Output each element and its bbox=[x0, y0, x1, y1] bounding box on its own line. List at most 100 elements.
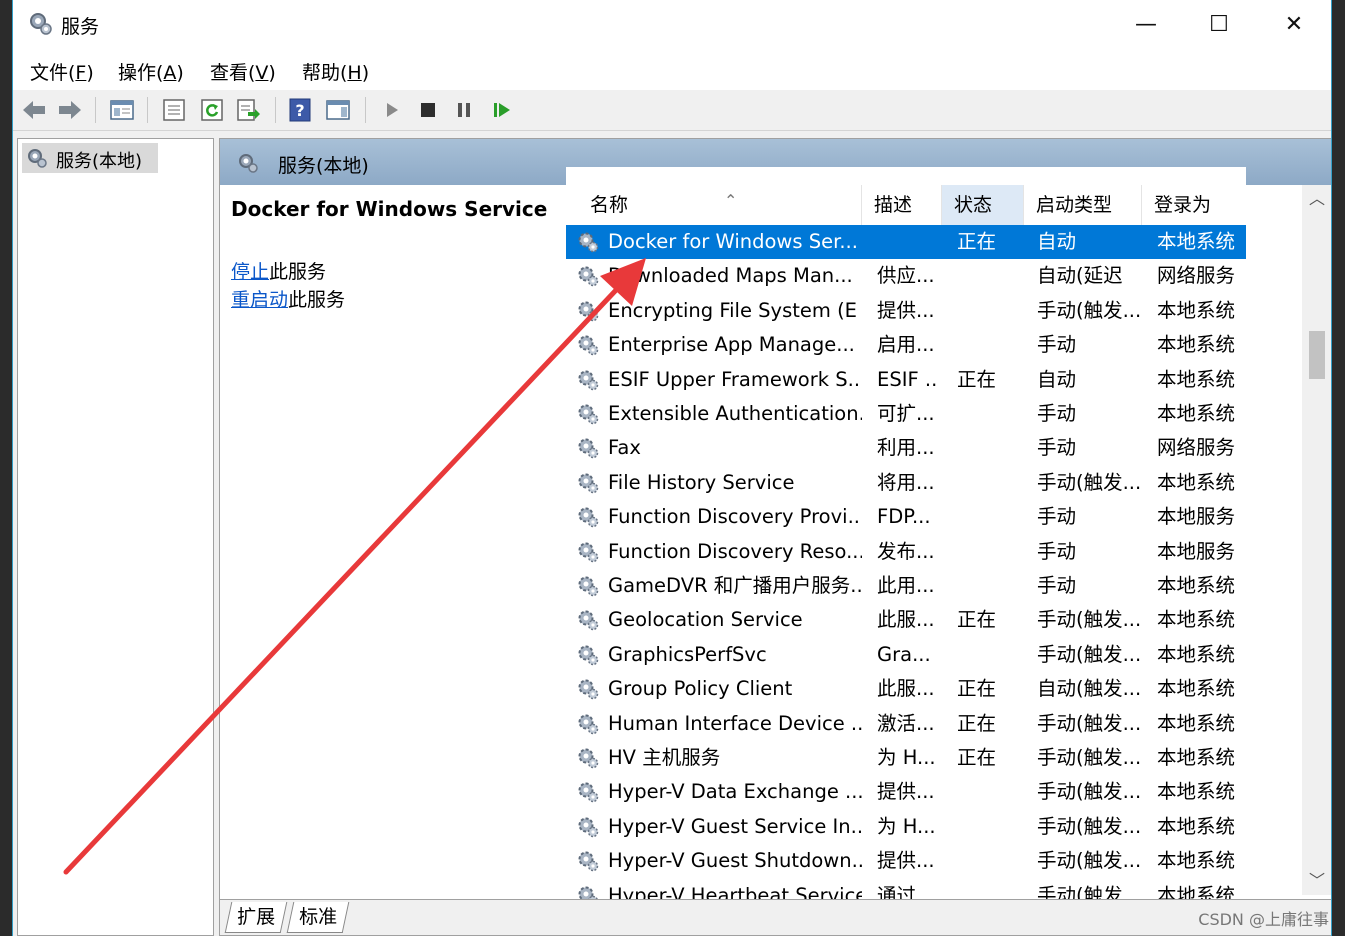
cell-startup: 手动 bbox=[1037, 505, 1077, 529]
properties-icon[interactable] bbox=[161, 98, 187, 122]
stop-link[interactable]: 停止 bbox=[231, 261, 269, 283]
column-header-startup-type[interactable]: 启动类型 bbox=[1024, 185, 1142, 225]
service-gear-icon bbox=[578, 576, 599, 597]
cell-status bbox=[957, 294, 1017, 328]
list-header: 名称 ⌃ 描述 状态 启动类型 登录为 bbox=[566, 185, 1246, 226]
menu-view[interactable]: 查看(V) bbox=[210, 58, 276, 85]
cell-desc: Gra... bbox=[877, 642, 931, 666]
cell-startup: 手动(触发... bbox=[1037, 298, 1142, 322]
cell-logon: 网络服务 bbox=[1157, 436, 1236, 460]
service-gear-icon bbox=[578, 404, 599, 425]
maximize-button[interactable]: ☐ bbox=[1196, 8, 1242, 42]
start-service-icon[interactable] bbox=[379, 98, 405, 122]
table-row[interactable]: Encrypting File System (E 提供... 手动(触发... 本地… bbox=[566, 294, 1246, 328]
help-icon[interactable]: ? bbox=[287, 98, 313, 122]
scroll-down-button[interactable]: ﹀ bbox=[1302, 867, 1331, 895]
table-row[interactable]: Group Policy Client 此服... 正在 自动(触发... 本地系统 bbox=[566, 672, 1246, 706]
table-row[interactable]: HV 主机服务 为 H... 正在 手动(触发... 本地系统 bbox=[566, 741, 1246, 775]
cell-status bbox=[957, 259, 1017, 293]
cell-status bbox=[957, 535, 1017, 569]
menu-bar: 文件(F) 操作(A) 查看(V) 帮助(H) bbox=[13, 50, 1331, 90]
stop-service-icon[interactable] bbox=[415, 98, 441, 122]
table-row[interactable]: Fax 利用... 手动 网络服务 bbox=[566, 431, 1246, 465]
column-header-status[interactable]: 状态 bbox=[942, 185, 1024, 225]
table-row[interactable]: GraphicsPerfSvc Gra... 手动(触发... 本地系统 bbox=[566, 638, 1246, 672]
table-row[interactable]: Function Discovery Reso... 发布... 手动 本地服务 bbox=[566, 535, 1246, 569]
action-pane-icon[interactable] bbox=[325, 98, 351, 122]
tab-standard[interactable]: 标准 bbox=[286, 902, 350, 933]
cell-desc: 此服... bbox=[877, 677, 935, 701]
minimize-button[interactable]: — bbox=[1123, 8, 1169, 42]
table-row[interactable]: Hyper-V Data Exchange ... 提供... 手动(触发... 本地… bbox=[566, 775, 1246, 809]
cell-status: 正在 bbox=[957, 608, 997, 632]
cell-status: 正在 bbox=[957, 711, 997, 735]
cell-startup: 自动 bbox=[1037, 230, 1077, 253]
table-row[interactable]: Docker for Windows Ser... 正在 自动 本地系统 bbox=[566, 225, 1246, 259]
table-row[interactable]: Geolocation Service 此服... 正在 手动(触发... 本地系统 bbox=[566, 603, 1246, 637]
table-row[interactable]: Extensible Authentication... 可扩... 手动 本地系统 bbox=[566, 397, 1246, 431]
cell-startup: 手动(触发... bbox=[1037, 608, 1142, 632]
scroll-up-button[interactable]: ︿ bbox=[1302, 185, 1331, 213]
cell-name: Hyper-V Guest Shutdown... bbox=[608, 849, 862, 873]
column-header-name[interactable]: 名称 ⌃ bbox=[578, 185, 862, 225]
svg-text:?: ? bbox=[295, 101, 304, 120]
services-gear-icon bbox=[30, 13, 52, 35]
scrollbar-thumb[interactable] bbox=[1309, 331, 1325, 379]
back-arrow-icon[interactable] bbox=[21, 98, 47, 122]
close-button[interactable]: ✕ bbox=[1271, 8, 1317, 42]
forward-arrow-icon[interactable] bbox=[57, 98, 83, 122]
cell-name: Fax bbox=[608, 436, 641, 460]
service-gear-icon bbox=[578, 266, 599, 287]
cell-startup: 手动 bbox=[1037, 539, 1077, 563]
pause-service-icon[interactable] bbox=[451, 98, 477, 122]
column-header-logon-as[interactable]: 登录为 bbox=[1142, 185, 1246, 225]
cell-startup: 手动(触发... bbox=[1037, 849, 1142, 873]
services-gear-icon bbox=[28, 149, 47, 168]
table-row[interactable]: ESIF Upper Framework S... ESIF ... 正在 自动 本地系… bbox=[566, 363, 1246, 397]
cell-startup: 手动 bbox=[1037, 333, 1077, 357]
menu-file[interactable]: 文件(F) bbox=[30, 58, 94, 85]
service-gear-icon bbox=[578, 232, 599, 253]
service-gear-icon bbox=[578, 645, 599, 666]
cell-name: Function Discovery Provi... bbox=[608, 505, 862, 529]
menu-action[interactable]: 操作(A) bbox=[118, 58, 184, 85]
cell-name: Encrypting File System (E bbox=[608, 298, 858, 322]
cell-desc bbox=[877, 225, 937, 259]
table-row[interactable]: File History Service 将用... 手动(触发... 本地系统 bbox=[566, 466, 1246, 500]
table-row[interactable]: Hyper-V Guest Shutdown... 提供... 手动(触发... 本地… bbox=[566, 844, 1246, 878]
tab-extended[interactable]: 扩展 bbox=[224, 902, 288, 933]
export-list-icon[interactable] bbox=[235, 98, 261, 122]
console-tree-icon[interactable] bbox=[109, 98, 135, 122]
cell-name: Downloaded Maps Man... bbox=[608, 264, 853, 288]
table-row[interactable]: GameDVR 和广播用户服务... 此用... 手动 本地系统 bbox=[566, 569, 1246, 603]
cell-logon: 本地系统 bbox=[1157, 402, 1236, 425]
selected-service-name: Docker for Windows Service bbox=[231, 197, 548, 221]
title-bar: 服务 — ☐ ✕ bbox=[13, 0, 1331, 50]
table-row[interactable]: Human Interface Device ... 激活... 正在 手动(触发..… bbox=[566, 707, 1246, 741]
service-gear-icon bbox=[578, 473, 599, 494]
cell-name: Group Policy Client bbox=[608, 677, 793, 701]
cell-status bbox=[957, 397, 1017, 431]
cell-desc: 此服... bbox=[877, 608, 935, 632]
restart-link[interactable]: 重启动 bbox=[231, 289, 288, 311]
cell-startup: 手动(触发... bbox=[1037, 814, 1142, 838]
table-row[interactable]: Downloaded Maps Man... 供应... 自动(延迟 网络服务 bbox=[566, 259, 1246, 293]
tree-item-services-local[interactable]: 服务(本地) bbox=[22, 143, 158, 173]
column-header-description[interactable]: 描述 bbox=[862, 185, 942, 225]
cell-status bbox=[957, 328, 1017, 362]
vertical-scrollbar[interactable]: ︿ ﹀ bbox=[1302, 185, 1331, 895]
menu-help[interactable]: 帮助(H) bbox=[302, 58, 369, 85]
cell-status: 正在 bbox=[957, 230, 997, 253]
service-gear-icon bbox=[578, 610, 599, 631]
cell-desc: 激活... bbox=[877, 711, 935, 735]
table-row[interactable]: Function Discovery Provi... FDP... 手动 本地服务 bbox=[566, 500, 1246, 534]
cell-logon: 本地系统 bbox=[1157, 333, 1236, 357]
resume-service-icon[interactable] bbox=[489, 98, 515, 122]
table-row[interactable]: Enterprise App Manage... 启用... 手动 本地系统 bbox=[566, 328, 1246, 362]
cell-name: Enterprise App Manage... bbox=[608, 333, 855, 357]
refresh-icon[interactable] bbox=[199, 98, 225, 122]
cell-desc: FDP... bbox=[877, 505, 931, 529]
window-title: 服务 bbox=[61, 16, 100, 38]
table-row[interactable]: Hyper-V Guest Service In... 为 H... 手动(触发..… bbox=[566, 810, 1246, 844]
cell-logon: 本地系统 bbox=[1157, 574, 1236, 597]
